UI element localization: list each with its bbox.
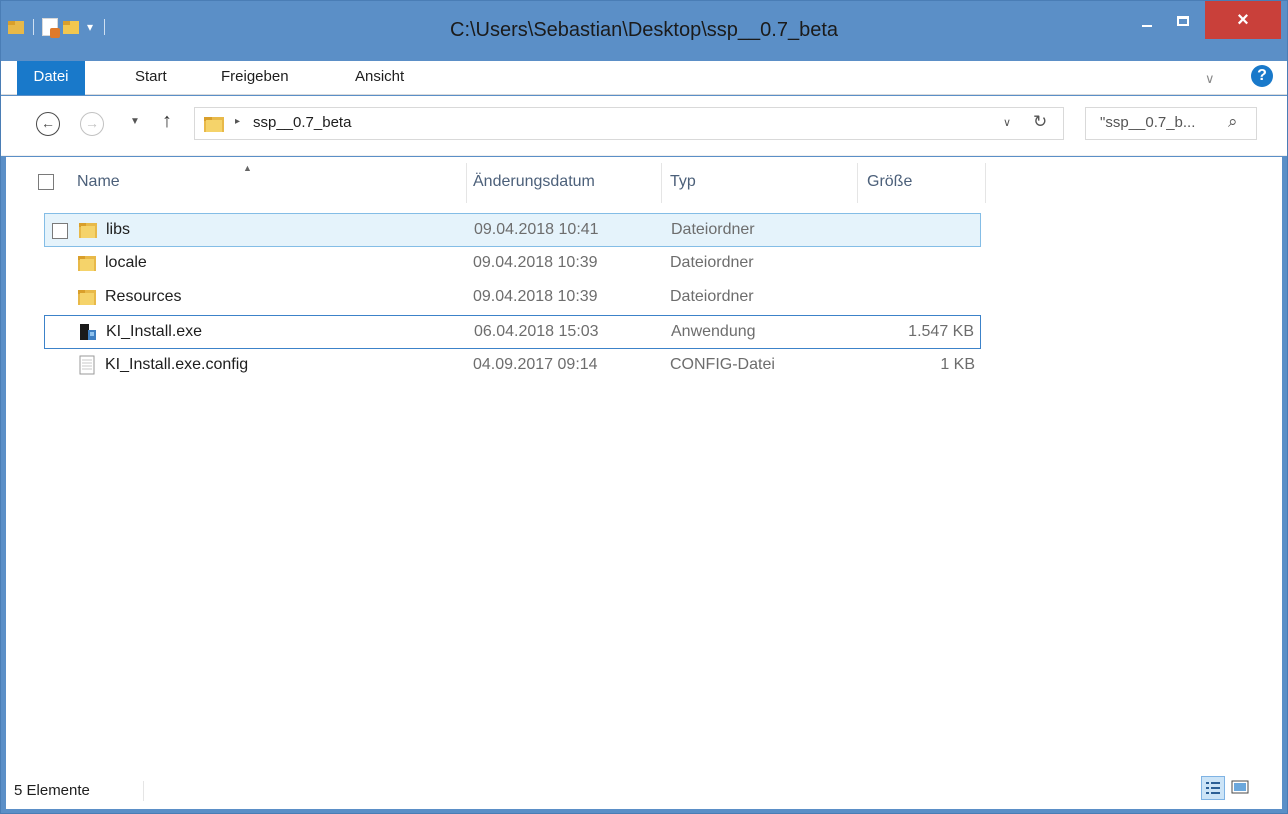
search-icon[interactable]: ⌕ (1228, 112, 1238, 132)
file-date: 04.09.2017 09:14 (473, 356, 598, 373)
column-header-name[interactable]: Name (77, 173, 120, 191)
column-divider[interactable] (466, 163, 467, 203)
file-date: 09.04.2018 10:39 (473, 254, 598, 271)
column-divider[interactable] (985, 163, 986, 203)
table-row[interactable]: KI_Install.exe 06.04.2018 15:03 Anwendun… (44, 315, 981, 349)
file-type: Dateiordner (671, 221, 755, 238)
title-bar[interactable]: ▾ C:\Users\Sebastian\Desktop\ssp__0.7_be… (1, 1, 1287, 65)
table-row[interactable]: libs 09.04.2018 10:41 Dateiordner (44, 213, 981, 247)
file-type: CONFIG-Datei (670, 356, 775, 373)
breadcrumb-arrow-icon[interactable]: ▸ (235, 116, 240, 127)
tab-freigeben[interactable]: Freigeben (207, 61, 303, 95)
large-icons-view-icon (1231, 780, 1249, 794)
recent-locations-icon[interactable]: ▼ (130, 116, 140, 127)
details-view-icon (1206, 782, 1220, 794)
search-placeholder: "ssp__0.7_b... (1100, 114, 1196, 131)
address-bar[interactable]: ▸ ssp__0.7_beta ∨ ↻ (194, 107, 1064, 140)
table-row[interactable]: KI_Install.exe.config 04.09.2017 09:14 C… (44, 349, 981, 383)
file-name: Resources (105, 288, 182, 305)
file-list: ▲ Name Änderungsdatum Typ Größe libs 09.… (6, 157, 1282, 771)
file-type: Dateiordner (670, 288, 754, 305)
file-size: 1 KB (940, 356, 975, 373)
config-file-icon (79, 355, 95, 375)
close-button[interactable]: × (1205, 1, 1281, 39)
search-input[interactable]: "ssp__0.7_b... ⌕ (1085, 107, 1257, 140)
file-name: KI_Install.exe (106, 323, 203, 340)
status-bar: 5 Elemente (6, 771, 1282, 809)
file-date: 09.04.2018 10:41 (474, 221, 599, 238)
column-header-row: ▲ Name Änderungsdatum Typ Größe (6, 157, 1282, 209)
refresh-icon[interactable]: ↻ (1033, 112, 1047, 132)
tab-start[interactable]: Start (121, 61, 181, 95)
maximize-icon (1177, 16, 1189, 26)
tab-ansicht[interactable]: Ansicht (341, 61, 418, 95)
sort-ascending-icon: ▲ (243, 163, 252, 173)
folder-icon (78, 256, 96, 271)
column-divider[interactable] (857, 163, 858, 203)
ribbon-tabs: Datei Start Freigeben Ansicht ∨ ? (1, 61, 1287, 95)
status-divider (143, 781, 144, 801)
window-title: C:\Users\Sebastian\Desktop\ssp__0.7_beta (450, 19, 838, 41)
details-view-button[interactable] (1201, 776, 1225, 800)
folder-icon (204, 117, 224, 132)
file-type: Anwendung (671, 323, 756, 340)
file-name: locale (105, 254, 147, 271)
breadcrumb[interactable]: ssp__0.7_beta (253, 114, 351, 131)
up-button[interactable]: ↑ (162, 110, 172, 133)
large-icons-view-button[interactable] (1229, 776, 1253, 800)
close-icon: × (1237, 8, 1249, 31)
file-name: KI_Install.exe.config (105, 356, 249, 373)
column-header-date[interactable]: Änderungsdatum (473, 173, 595, 191)
file-date: 09.04.2018 10:39 (473, 288, 598, 305)
forward-button[interactable]: → (80, 112, 104, 136)
explorer-window: ▾ C:\Users\Sebastian\Desktop\ssp__0.7_be… (0, 0, 1288, 814)
maximize-button[interactable] (1167, 1, 1199, 41)
file-size: 1.547 KB (908, 323, 974, 340)
table-row[interactable]: locale 09.04.2018 10:39 Dateiordner (44, 247, 981, 281)
address-dropdown-icon[interactable]: ∨ (1003, 116, 1011, 129)
folder-icon (79, 223, 97, 238)
file-type: Dateiordner (670, 254, 754, 271)
tab-datei[interactable]: Datei (17, 61, 85, 95)
navigation-bar: ← → ▼ ↑ ▸ ssp__0.7_beta ∨ ↻ "ssp__0.7_b.… (1, 96, 1287, 156)
expand-ribbon-icon[interactable]: ∨ (1205, 71, 1215, 87)
minimize-button[interactable] (1131, 1, 1163, 41)
item-count: 5 Elemente (14, 782, 90, 799)
folder-icon (78, 290, 96, 305)
row-checkbox[interactable] (52, 223, 68, 239)
minimize-icon (1142, 25, 1152, 27)
column-header-type[interactable]: Typ (670, 173, 696, 191)
file-date: 06.04.2018 15:03 (474, 323, 599, 340)
help-icon[interactable]: ? (1251, 65, 1273, 87)
select-all-checkbox[interactable] (38, 174, 54, 190)
column-divider[interactable] (661, 163, 662, 203)
column-header-size[interactable]: Größe (867, 173, 912, 191)
application-icon (80, 324, 96, 340)
table-row[interactable]: Resources 09.04.2018 10:39 Dateiordner (44, 281, 981, 315)
file-name: libs (106, 221, 131, 238)
back-button[interactable]: ← (36, 112, 60, 136)
